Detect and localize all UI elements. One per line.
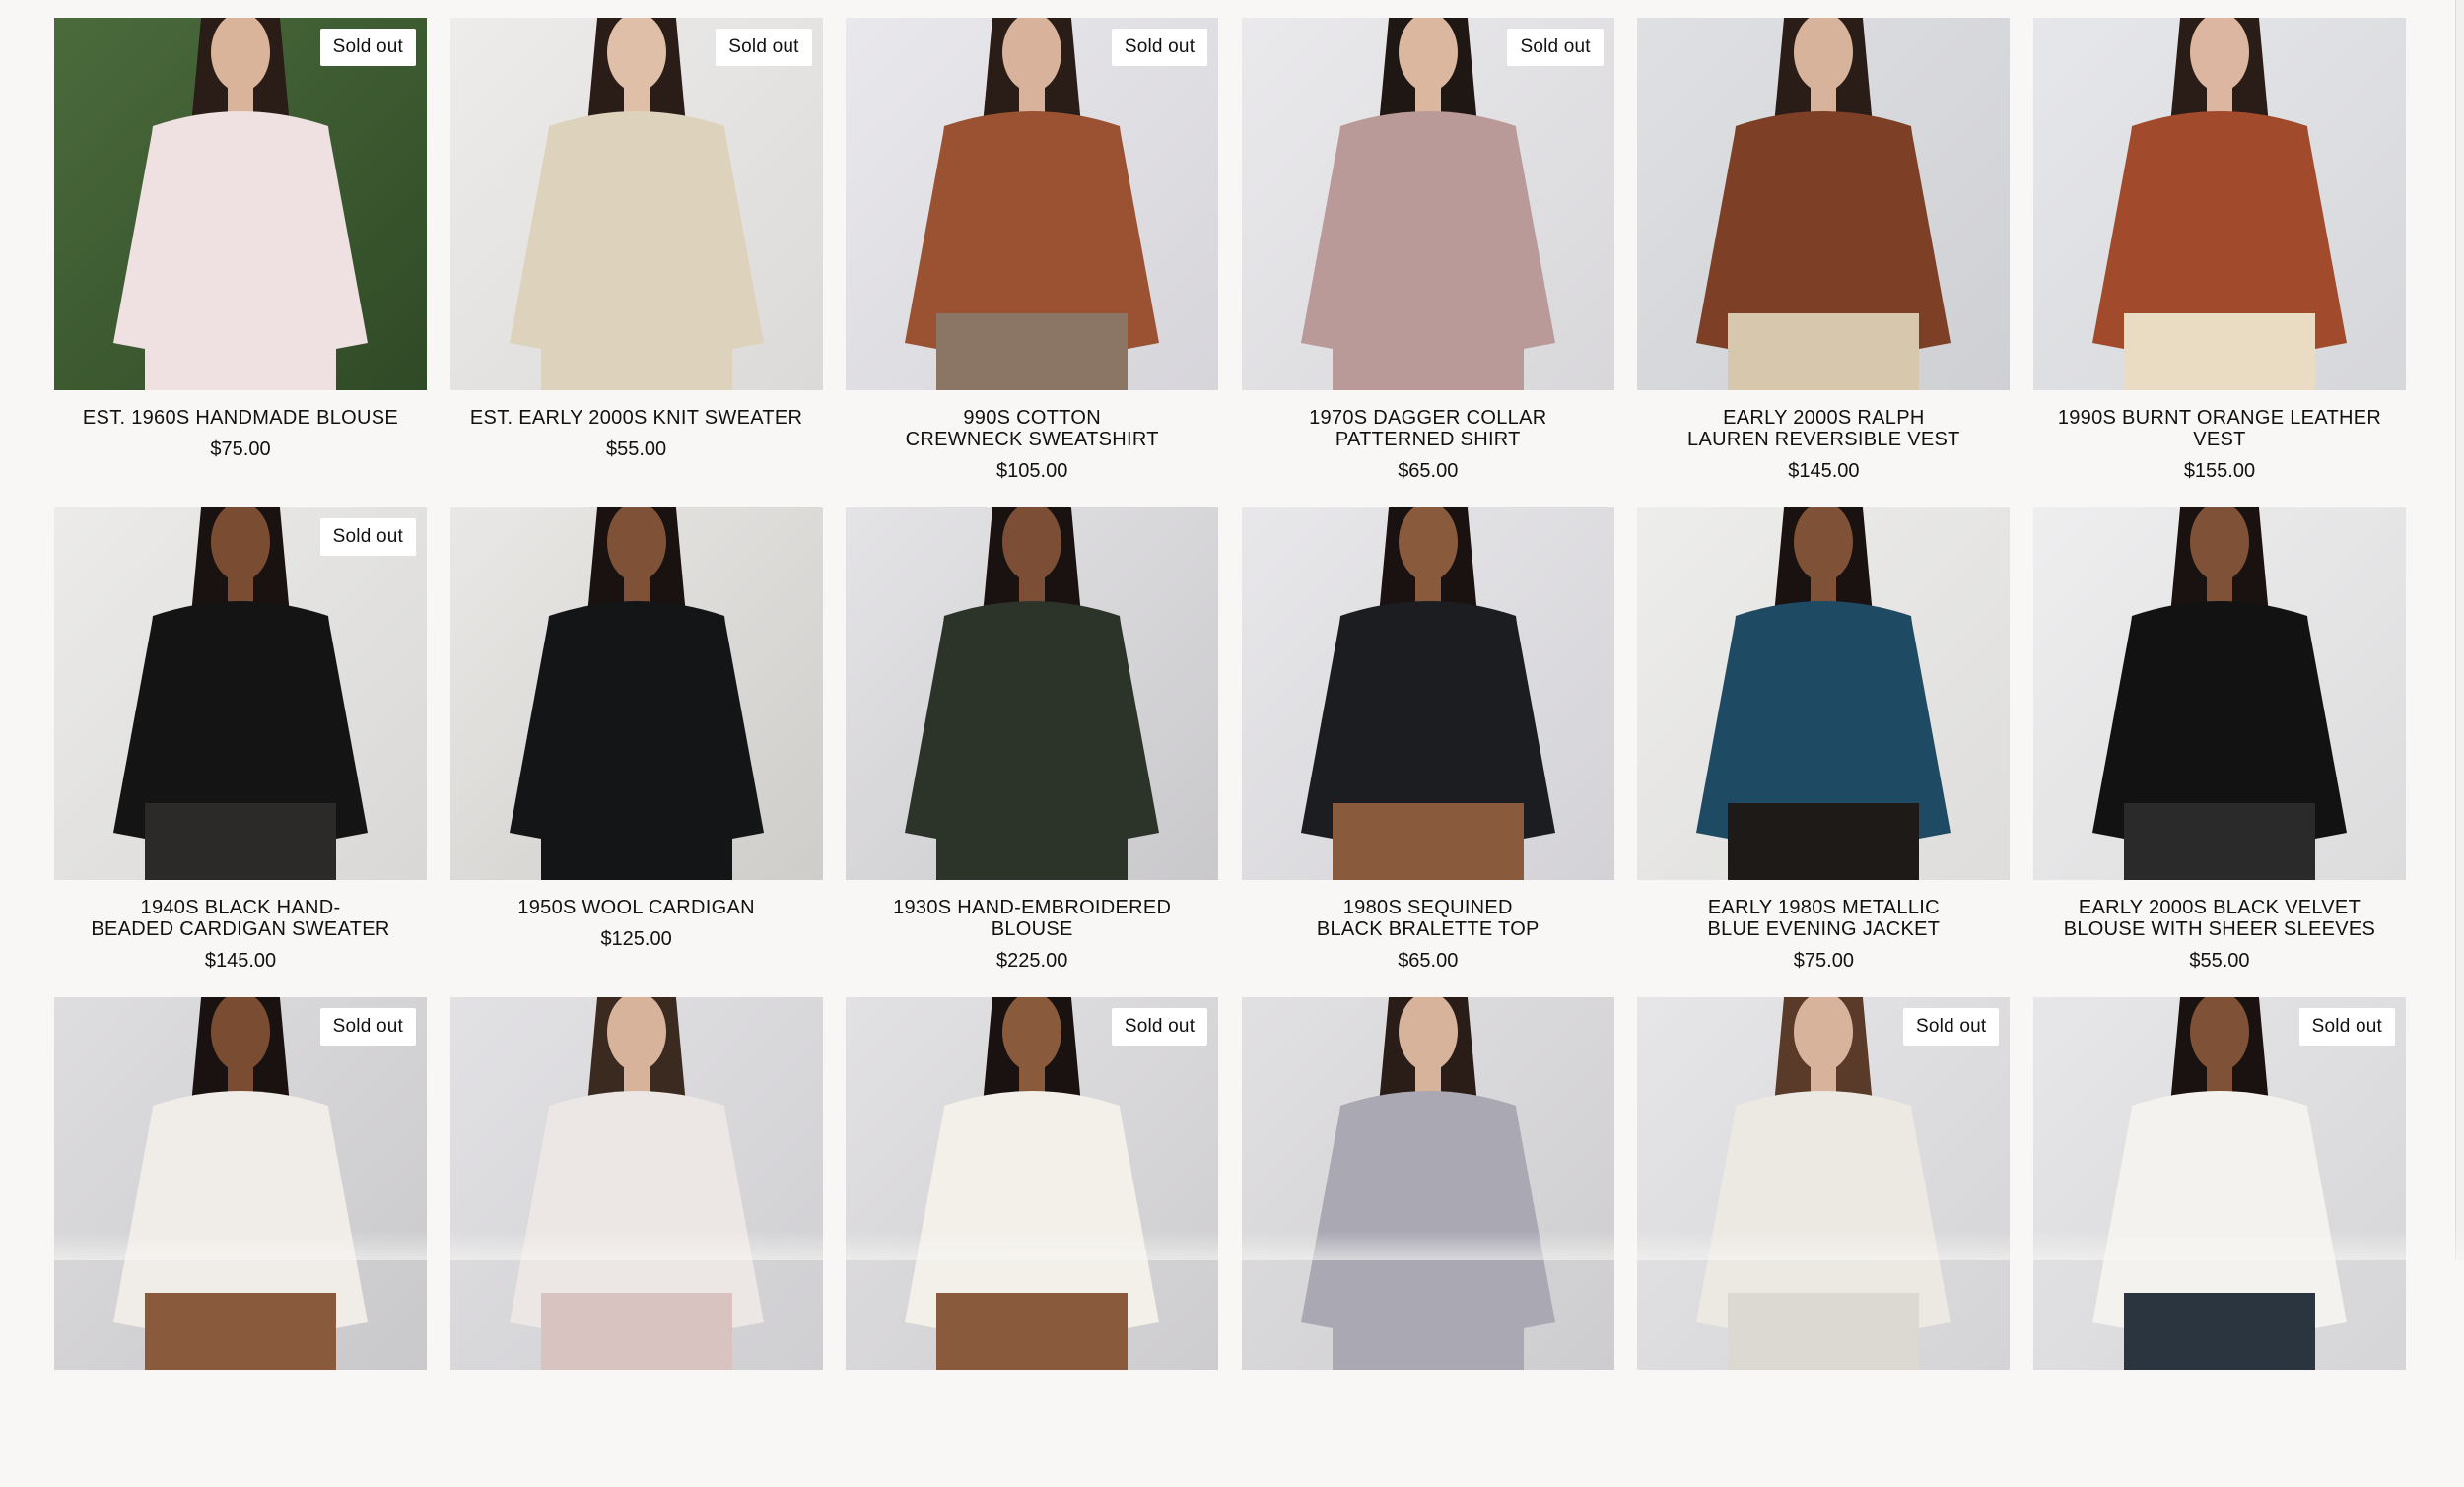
sold-out-badge: Sold out [319, 29, 416, 66]
product-title[interactable]: 1980S SEQUINED BLACK BRALETTE TOP [1242, 897, 1614, 940]
product-card[interactable]: 1950S WOOL CARDIGAN $125.00 [449, 507, 823, 997]
product-price: $55.00 [2189, 950, 2250, 972]
sold-out-badge: Sold out [1903, 1008, 2000, 1046]
product-image[interactable]: Sold out [54, 18, 427, 390]
product-card[interactable]: EARLY 2000S BLACK VELVET BLOUSE WITH SHE… [2032, 507, 2406, 997]
product-price: $155.00 [2183, 460, 2256, 482]
sold-out-badge: Sold out [716, 29, 812, 66]
product-price: $65.00 [1398, 950, 1459, 972]
product-price: $145.00 [204, 950, 277, 972]
product-image[interactable]: Sold out [449, 18, 823, 390]
product-price: $75.00 [210, 439, 271, 460]
product-price: $125.00 [600, 928, 672, 950]
product-card[interactable]: EARLY 1980S METALLIC BLUE EVENING JACKET… [1637, 507, 2011, 997]
product-card[interactable]: EARLY 2000S RALPH LAUREN REVERSIBLE VEST… [1637, 18, 2011, 507]
product-card[interactable]: Sold out EST. 1960S HANDMADE BLOUSE $75.00 [54, 18, 427, 507]
product-card[interactable]: Sold out [2032, 997, 2406, 1487]
product-image[interactable]: Sold out [846, 997, 1219, 1370]
product-price: $75.00 [1793, 950, 1854, 972]
product-card[interactable] [1241, 997, 1614, 1487]
product-image[interactable] [449, 507, 823, 880]
product-title[interactable]: 990S COTTON CREWNECK SWEATSHIRT [846, 407, 1218, 450]
page-scrollbar[interactable] [2455, 0, 2464, 1260]
product-image[interactable]: Sold out [1637, 997, 2011, 1370]
product-card[interactable]: 1990S BURNT ORANGE LEATHER VEST $155.00 [2032, 18, 2406, 507]
product-title[interactable]: 1940S BLACK HAND- BEADED CARDIGAN SWEATE… [54, 897, 427, 940]
product-image[interactable] [449, 997, 823, 1370]
sold-out-badge: Sold out [1507, 29, 1604, 66]
product-title[interactable]: EARLY 1980S METALLIC BLUE EVENING JACKET [1637, 897, 2010, 940]
product-image[interactable]: Sold out [846, 18, 1219, 390]
sold-out-badge: Sold out [2298, 1008, 2395, 1046]
product-title[interactable]: 1930S HAND-EMBROIDERED BLOUSE [846, 897, 1218, 940]
product-price: $145.00 [1788, 460, 1860, 482]
product-title[interactable]: EARLY 2000S RALPH LAUREN REVERSIBLE VEST [1637, 407, 2010, 450]
product-image[interactable] [1637, 507, 2011, 880]
product-image[interactable] [846, 507, 1219, 880]
product-image[interactable]: Sold out [2032, 997, 2406, 1370]
product-card[interactable] [449, 997, 823, 1487]
product-image[interactable] [1241, 507, 1614, 880]
product-title[interactable]: EARLY 2000S BLACK VELVET BLOUSE WITH SHE… [2033, 897, 2406, 940]
product-card[interactable]: 1930S HAND-EMBROIDERED BLOUSE $225.00 [846, 507, 1219, 997]
sold-out-badge: Sold out [1111, 29, 1208, 66]
product-card[interactable]: Sold out [1637, 997, 2011, 1487]
product-price: $55.00 [606, 439, 667, 460]
product-title[interactable]: 1970S DAGGER COLLAR PATTERNED SHIRT [1242, 407, 1614, 450]
product-price: $65.00 [1398, 460, 1459, 482]
product-image[interactable] [2032, 507, 2406, 880]
product-card[interactable]: Sold out [54, 997, 427, 1487]
product-image[interactable]: Sold out [54, 997, 427, 1370]
product-title[interactable]: 1950S WOOL CARDIGAN [450, 897, 823, 918]
product-price: $105.00 [996, 460, 1068, 482]
product-image[interactable]: Sold out [54, 507, 427, 880]
product-card[interactable]: Sold out [846, 997, 1219, 1487]
product-image[interactable] [1241, 997, 1614, 1370]
product-card[interactable]: 1980S SEQUINED BLACK BRALETTE TOP $65.00 [1241, 507, 1614, 997]
product-card[interactable]: Sold out EST. EARLY 2000S KNIT SWEATER $55… [449, 18, 823, 507]
sold-out-badge: Sold out [319, 518, 416, 556]
product-title[interactable]: EST. EARLY 2000S KNIT SWEATER [450, 407, 823, 429]
sold-out-badge: Sold out [319, 1008, 416, 1046]
product-card[interactable]: Sold out 990S COTTON CREWNECK SWEATSHIRT $… [846, 18, 1219, 507]
product-image[interactable]: Sold out [1241, 18, 1614, 390]
product-grid: Sold out EST. 1960S HANDMADE BLOUSE $75.00… [54, 18, 2406, 1487]
product-card[interactable]: Sold out 1940S BLACK HAND- BEADED CARDIGA… [54, 507, 427, 997]
product-card[interactable]: Sold out 1970S DAGGER COLLAR PATTERNED SH… [1241, 18, 1614, 507]
product-image[interactable] [2032, 18, 2406, 390]
product-title[interactable]: EST. 1960S HANDMADE BLOUSE [54, 407, 427, 429]
product-title[interactable]: 1990S BURNT ORANGE LEATHER VEST [2033, 407, 2406, 450]
sold-out-badge: Sold out [1111, 1008, 1208, 1046]
product-price: $225.00 [996, 950, 1068, 972]
product-image[interactable] [1637, 18, 2011, 390]
